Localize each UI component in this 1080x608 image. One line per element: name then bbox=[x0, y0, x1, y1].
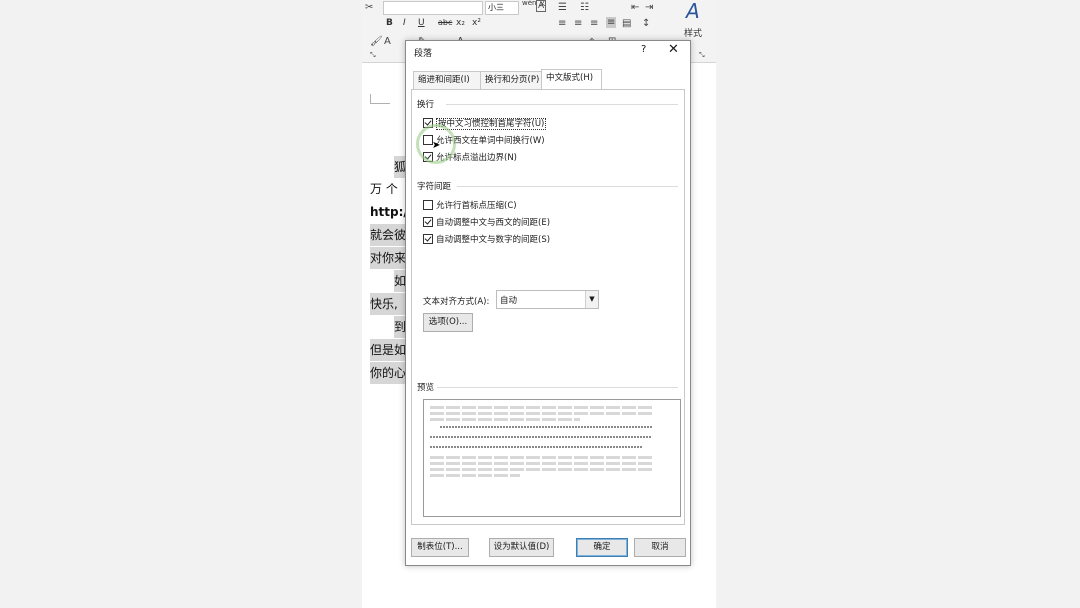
align-right-icon[interactable]: ≡ bbox=[590, 18, 598, 29]
checkbox-space-asian-latin[interactable] bbox=[423, 217, 433, 227]
format-painter-icon[interactable]: 🖌 bbox=[370, 36, 383, 47]
divider bbox=[457, 186, 678, 187]
preview-line bbox=[430, 474, 520, 477]
doc-line: 但是如 bbox=[370, 339, 406, 361]
decrease-indent-icon[interactable]: ⇤ bbox=[631, 2, 639, 13]
dialog-title: 段落 bbox=[414, 49, 433, 59]
checkbox-label: 自动调整中文与数字的间距(S) bbox=[436, 235, 551, 245]
align-left-icon[interactable]: ≡ bbox=[558, 18, 566, 29]
checkbox-label: 自动调整中文与西文的间距(E) bbox=[436, 218, 551, 228]
subscript-button[interactable]: x₂ bbox=[456, 18, 465, 28]
preview-line bbox=[440, 426, 652, 428]
chevron-down-icon[interactable]: ▼ bbox=[585, 291, 598, 308]
doc-line: http:// bbox=[370, 201, 406, 223]
divider bbox=[437, 387, 678, 388]
mouse-pointer-icon: ➤ bbox=[432, 140, 441, 151]
align-center-icon[interactable]: ≡ bbox=[574, 18, 582, 29]
checkbox-space-asian-numbers[interactable] bbox=[423, 234, 433, 244]
doc-line: 就会彼 bbox=[370, 224, 406, 246]
line-spacing-icon[interactable]: ↕ bbox=[642, 18, 650, 29]
text-align-value: 自动 bbox=[500, 296, 518, 306]
styles-icon[interactable]: A bbox=[686, 0, 700, 23]
italic-button[interactable]: I bbox=[403, 18, 406, 28]
paragraph-dialog: 段落 ? ✕ 缩进和间距(I) 换行和分页(P) 中文版式(H) 换行 按中文习… bbox=[405, 40, 691, 566]
styles-launcher-icon[interactable]: ⤡ bbox=[699, 51, 705, 60]
doc-line: 你的心 bbox=[370, 362, 406, 384]
styles-label: 样式 bbox=[684, 29, 703, 39]
doc-line: 对你来 bbox=[370, 247, 406, 269]
tab-line-page-breaks[interactable]: 换行和分页(P) bbox=[480, 71, 544, 90]
crop-mark bbox=[370, 93, 390, 104]
divider bbox=[446, 104, 678, 105]
help-button[interactable]: ? bbox=[641, 44, 646, 55]
preview-line bbox=[430, 468, 654, 471]
set-default-button[interactable]: 设为默认值(D) bbox=[489, 538, 554, 557]
preview-line bbox=[430, 406, 654, 409]
text-effects-icon[interactable]: A bbox=[384, 36, 391, 47]
bold-button[interactable]: B bbox=[386, 18, 393, 28]
checkbox-row[interactable]: 自动调整中文与数字的间距(S) bbox=[423, 233, 550, 245]
text-align-label: 文本对齐方式(A): bbox=[423, 297, 490, 307]
cancel-button[interactable]: 取消 bbox=[634, 538, 686, 557]
doc-line: 快乐, bbox=[370, 293, 406, 315]
distributed-icon[interactable]: ▤ bbox=[622, 18, 631, 29]
font-size-value: 小三 bbox=[488, 3, 504, 12]
checkbox-row[interactable]: 允许行首标点压缩(C) bbox=[423, 199, 517, 211]
preview-line bbox=[430, 412, 654, 415]
preview-title: 预览 bbox=[417, 383, 435, 393]
underline-button[interactable]: U bbox=[418, 18, 425, 28]
checkbox-label: 允许行首标点压缩(C) bbox=[436, 201, 517, 211]
checkbox-label: 按中文习惯控制首尾字符(U) bbox=[436, 118, 547, 130]
numbering-icon[interactable]: ☷ bbox=[580, 2, 589, 13]
cut-icon[interactable]: ✂ bbox=[365, 2, 373, 13]
justify-icon[interactable]: ≡ bbox=[606, 17, 617, 28]
preview-line bbox=[430, 462, 654, 465]
preview-box bbox=[423, 399, 681, 517]
increase-indent-icon[interactable]: ⇥ bbox=[645, 2, 653, 13]
font-size-select[interactable]: 小三 bbox=[485, 1, 519, 15]
tab-indent-spacing[interactable]: 缩进和间距(I) bbox=[413, 71, 481, 90]
ok-button[interactable]: 确定 bbox=[576, 538, 628, 557]
char-border-icon[interactable]: A bbox=[536, 0, 547, 12]
tab-asian-typography[interactable]: 中文版式(H) bbox=[541, 69, 602, 90]
superscript-button[interactable]: x² bbox=[472, 18, 481, 28]
left-background bbox=[0, 0, 362, 608]
bullets-icon[interactable]: ☰ bbox=[558, 2, 567, 13]
preview-line bbox=[430, 446, 642, 448]
close-button[interactable]: ✕ bbox=[668, 42, 679, 57]
options-button[interactable]: 选项(O)... bbox=[423, 313, 473, 332]
doc-line: 万 个 bbox=[370, 178, 406, 200]
checkbox-row[interactable]: 自动调整中文与西文的间距(E) bbox=[423, 216, 550, 228]
crop-mark bbox=[370, 94, 371, 104]
right-background bbox=[716, 0, 1080, 608]
preview-line bbox=[430, 436, 652, 438]
font-name-input[interactable] bbox=[383, 1, 483, 15]
font-dialog-launcher-icon[interactable]: ⤡ bbox=[370, 51, 376, 60]
tab-stops-button[interactable]: 制表位(T)... bbox=[411, 538, 469, 557]
text-align-select[interactable]: 自动 ▼ bbox=[496, 290, 599, 309]
section-title-wrap: 换行 bbox=[417, 100, 435, 110]
strikethrough-button[interactable]: abc bbox=[438, 18, 452, 27]
preview-line bbox=[430, 456, 654, 459]
checkbox-compress-punctuation[interactable] bbox=[423, 200, 433, 210]
section-title-spacing: 字符间距 bbox=[417, 182, 452, 192]
preview-line bbox=[430, 418, 580, 421]
